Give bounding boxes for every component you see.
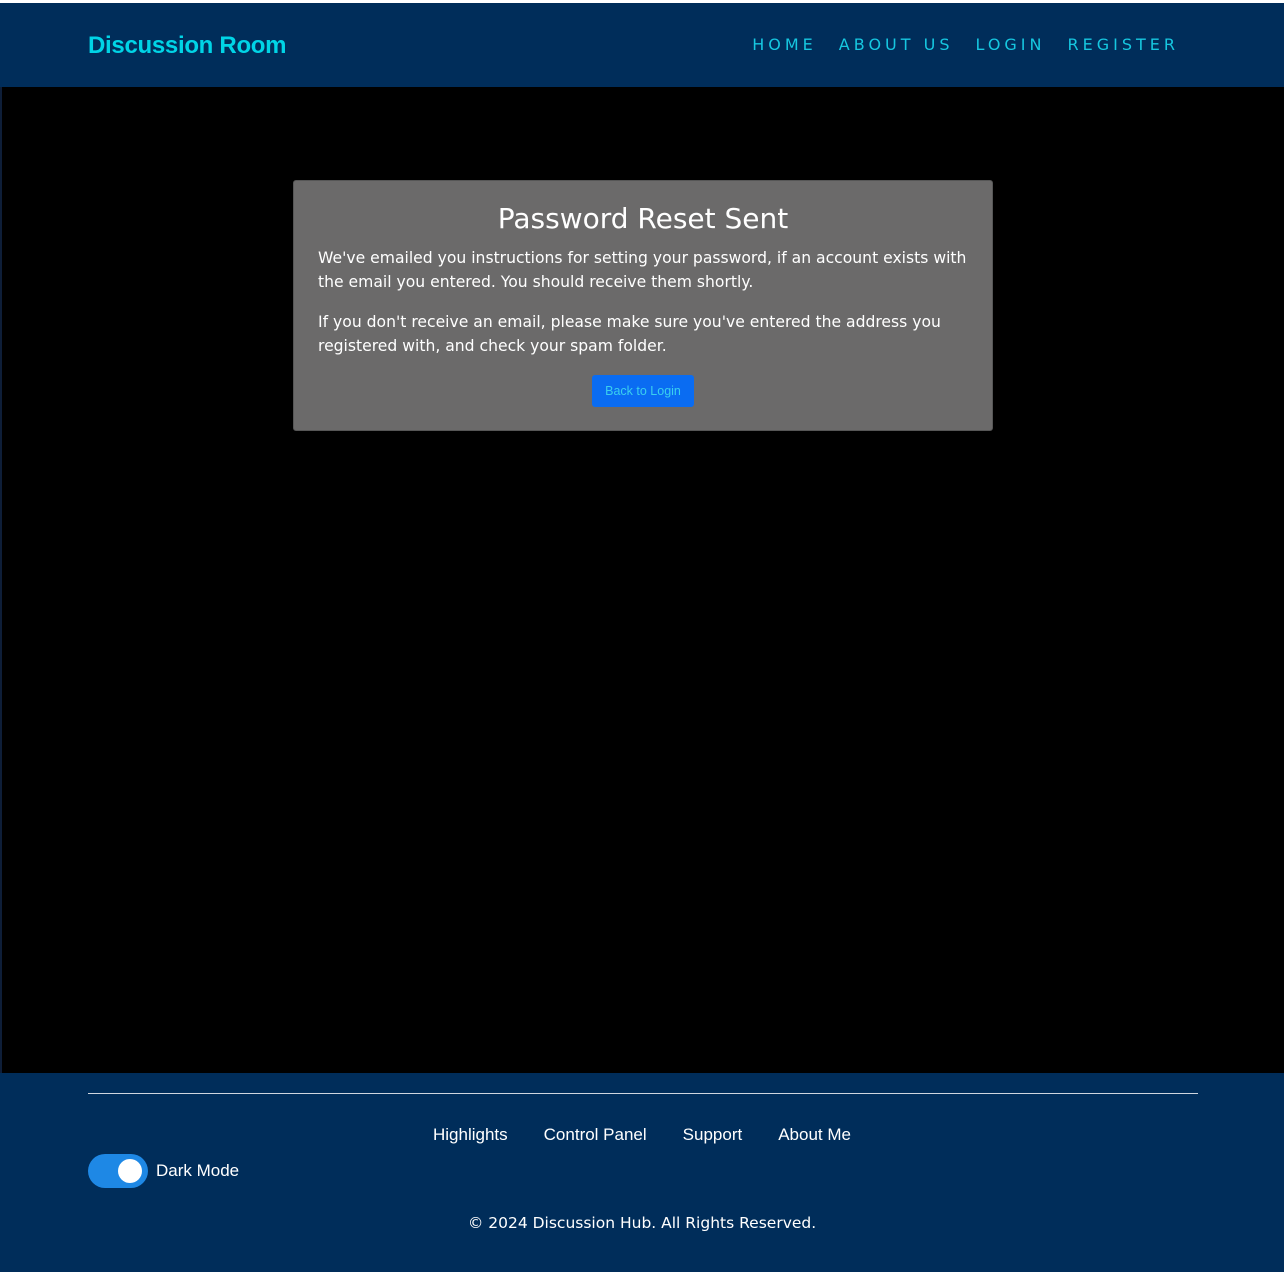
card-title: Password Reset Sent <box>497 202 789 235</box>
dark-mode-toggle[interactable] <box>88 1154 148 1188</box>
instructions-text: We've emailed you instructions for setti… <box>318 249 967 291</box>
footer-link-about-me[interactable]: About Me <box>778 1125 851 1145</box>
nav-home[interactable]: HOME <box>752 35 817 54</box>
footer-links: Highlights Control Panel Support About M… <box>0 1125 1284 1145</box>
nav-register[interactable]: REGISTER <box>1068 35 1180 54</box>
footer-link-control-panel[interactable]: Control Panel <box>544 1125 647 1145</box>
site-header: Discussion Room HOME ABOUT US LOGIN REGI… <box>0 3 1284 87</box>
site-footer: Highlights Control Panel Support About M… <box>0 1073 1284 1272</box>
left-edge <box>0 87 2 1073</box>
reset-sent-card: Password Reset Sent We've emailed you in… <box>293 180 993 431</box>
spam-hint-text: If you don't receive an email, please ma… <box>318 313 941 355</box>
dark-mode-control: Dark Mode <box>88 1154 239 1188</box>
back-to-login-button[interactable]: Back to Login <box>592 375 694 407</box>
nav-about-us[interactable]: ABOUT US <box>839 35 954 54</box>
main-nav: HOME ABOUT US LOGIN REGISTER <box>752 35 1179 54</box>
toggle-knob <box>118 1159 142 1183</box>
footer-link-support[interactable]: Support <box>683 1125 743 1145</box>
footer-link-highlights[interactable]: Highlights <box>433 1125 508 1145</box>
copyright-text: © 2024 Discussion Hub. All Rights Reserv… <box>467 1214 817 1232</box>
main-content: Password Reset Sent We've emailed you in… <box>0 87 1284 1073</box>
brand-link[interactable]: Discussion Room <box>88 32 287 60</box>
dark-mode-label: Dark Mode <box>156 1161 240 1180</box>
footer-divider <box>88 1093 1198 1094</box>
nav-login[interactable]: LOGIN <box>975 35 1045 54</box>
